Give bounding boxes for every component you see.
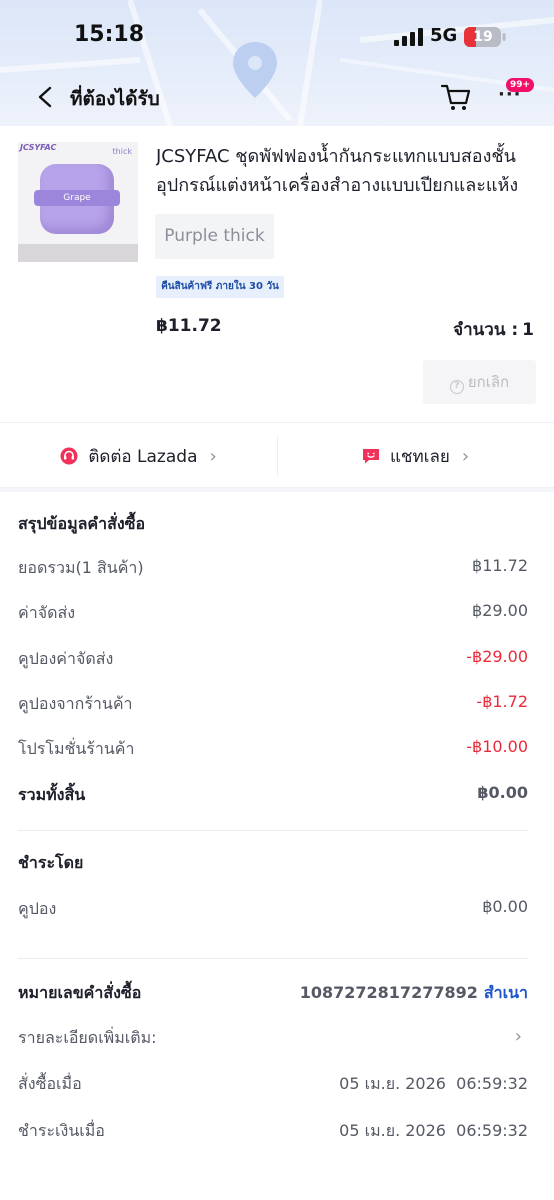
more-details-label: รายละเอียดเพิ่มเติม: <box>18 1028 157 1047</box>
order-id-value: 1087272817277892 <box>299 983 478 1002</box>
battery-level: 19 <box>473 29 493 45</box>
summary-row-label: ค่าจัดส่ง <box>18 603 76 622</box>
summary-row-value: ฿11.72 <box>472 556 528 575</box>
back-arrow-icon[interactable] <box>32 82 58 112</box>
summary-row-label: โปรโมชั่นร้านค้า <box>18 739 135 758</box>
help-circle-icon: ? <box>449 380 464 394</box>
contact-row: ติดต่อ Lazada › แชทเลย › <box>0 422 554 488</box>
header: 15:18 5G 19 ที่ต้องได้รับ ··· 99+ <box>0 0 554 126</box>
summary-row-shipping-coupon: คูปองค่าจัดส่ง -฿29.00 <box>18 647 528 673</box>
summary-row-value: -฿10.00 <box>466 737 528 756</box>
payment-method-value: ฿0.00 <box>482 897 528 916</box>
summary-row-value: ฿29.00 <box>472 601 528 620</box>
summary-row-label: ยอดรวม(1 สินค้า) <box>18 558 144 577</box>
payment-title: ชำระโดย <box>18 853 84 872</box>
contact-lazada-button[interactable]: ติดต่อ Lazada › <box>0 423 277 489</box>
contact-lazada-label: ติดต่อ Lazada <box>88 446 198 467</box>
payment-row: คูปอง ฿0.00 <box>18 897 528 923</box>
ordered-at-value: 05 เม.ย. 2026 06:59:32 <box>339 1074 528 1093</box>
summary-row-shipping: ค่าจัดส่ง ฿29.00 <box>18 601 528 627</box>
total-value: ฿0.00 <box>477 783 528 802</box>
summary-row-value: -฿1.72 <box>476 692 528 711</box>
summary-row-subtotal: ยอดรวม(1 สินค้า) ฿11.72 <box>18 556 528 582</box>
image-ground <box>18 244 138 262</box>
chat-label: แชทเลย <box>389 446 450 467</box>
more-details-row[interactable]: รายละเอียดเพิ่มเติม: › <box>18 1026 528 1052</box>
free-return-tag: คืนสินค้าฟรี ภายใน 30 วัน <box>156 276 284 298</box>
summary-row-total: รวมทั้งสิ้น ฿0.00 <box>18 783 528 809</box>
product-variant: Purple thick <box>155 214 274 259</box>
summary-row-label: คูปองค่าจัดส่ง <box>18 649 114 668</box>
divider <box>18 958 528 959</box>
payment-method-label: คูปอง <box>18 899 57 918</box>
image-brand-text: JCSYFAC <box>20 143 57 152</box>
total-label: รวมทั้งสิ้น <box>18 785 86 804</box>
ordered-at-row: สั่งซื้อเมื่อ 05 เม.ย. 2026 06:59:32 <box>18 1072 528 1098</box>
support-headset-icon <box>60 447 78 465</box>
product-title[interactable]: JCSYFAC ชุดพัฟฟองน้ำกันกระแทกแบบสองชั้น … <box>156 142 540 200</box>
chevron-right-icon: › <box>209 445 217 467</box>
product-quantity: จำนวน :1 <box>453 316 534 343</box>
cancel-button[interactable]: ? ยกเลิก <box>423 360 536 404</box>
paid-at-row: ชำระเงินเมื่อ 05 เม.ย. 2026 06:59:32 <box>18 1119 528 1145</box>
image-variant-text: thick <box>112 147 132 156</box>
quantity-value: 1 <box>522 320 534 340</box>
copy-order-id-link[interactable]: สำเนา <box>484 983 528 1002</box>
product-card[interactable]: JCSYFAC thick Grape JCSYFAC ชุดพัฟฟองน้ำ… <box>0 126 554 422</box>
summary-title: สรุปข้อมูลคำสั่งซื้อ <box>18 514 146 533</box>
cancel-label: ยกเลิก <box>467 373 510 391</box>
divider <box>18 830 528 831</box>
quantity-label: จำนวน : <box>453 320 519 340</box>
summary-row-shop-coupon: คูปองจากร้านค้า -฿1.72 <box>18 692 528 718</box>
summary-row-shop-promo: โปรโมชั่นร้านค้า -฿10.00 <box>18 737 528 763</box>
notification-badge: 99+ <box>506 78 535 92</box>
product-image[interactable]: JCSYFAC thick Grape <box>18 142 138 262</box>
summary-row-value: -฿29.00 <box>466 647 528 666</box>
chevron-right-icon: › <box>461 445 470 467</box>
chat-icon <box>362 449 379 464</box>
signal-icon <box>394 28 423 46</box>
product-price: ฿11.72 <box>156 316 222 336</box>
puff-label: Grape <box>63 193 91 203</box>
order-id: 1087272817277892 สำเนา <box>300 981 528 1006</box>
network-type: 5G <box>430 25 458 46</box>
paid-at-label: ชำระเงินเมื่อ <box>18 1121 105 1140</box>
status-time: 15:18 <box>74 22 145 47</box>
paid-at-value: 05 เม.ย. 2026 06:59:32 <box>339 1121 528 1140</box>
cart-icon[interactable] <box>440 82 472 112</box>
summary-row-label: คูปองจากร้านค้า <box>18 694 133 713</box>
order-summary: สรุปข้อมูลคำสั่งซื้อ ยอดรวม(1 สินค้า) ฿1… <box>0 492 554 1200</box>
chevron-right-icon: › <box>514 1026 522 1047</box>
page-title: ที่ต้องได้รับ <box>70 88 160 110</box>
chat-button[interactable]: แชทเลย › <box>277 423 554 489</box>
ordered-at-label: สั่งซื้อเมื่อ <box>18 1074 82 1093</box>
more-menu-button[interactable]: ··· 99+ <box>492 78 535 114</box>
order-id-label: หมายเลขคำสั่งซื้อ <box>18 983 142 1002</box>
